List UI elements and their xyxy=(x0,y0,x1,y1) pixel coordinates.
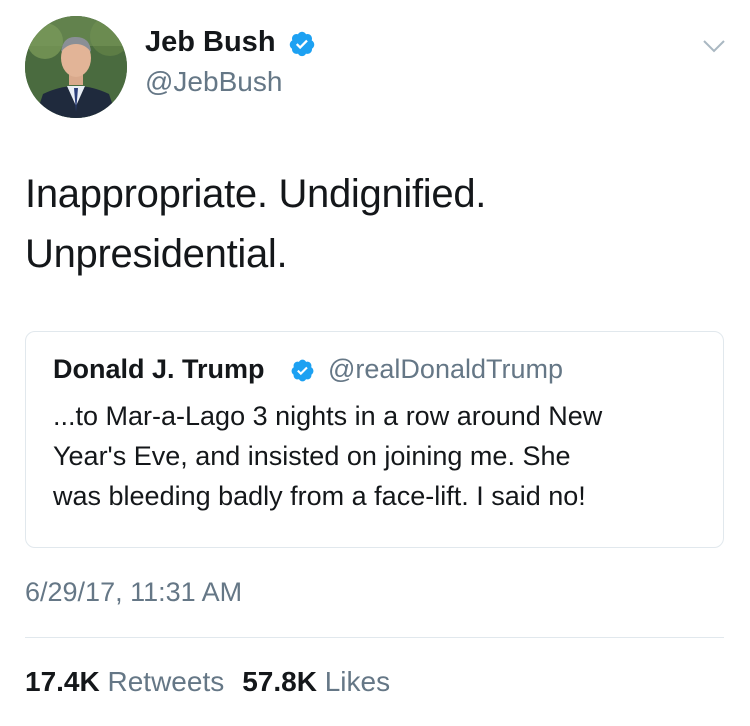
likes-label: Likes xyxy=(324,666,391,697)
likes-stat[interactable]: 57.8K Likes xyxy=(242,666,390,697)
quoted-author-handle: @realDonaldTrump xyxy=(328,354,563,384)
tweet-text-line: Inappropriate. Undignified. xyxy=(25,172,487,216)
tweet-timestamp[interactable]: 6/29/17, 11:31 AM xyxy=(25,577,242,608)
avatar[interactable] xyxy=(25,16,127,118)
tweet-stats: 17.4K Retweets 57.8K Likes xyxy=(25,666,408,698)
author-handle[interactable]: @JebBush xyxy=(145,66,282,98)
retweets-label: Retweets xyxy=(107,666,225,697)
quoted-tweet-text-line: Year's Eve, and insisted on joining me. … xyxy=(53,441,571,471)
quoted-tweet-card[interactable]: Donald J. Trump @realDonaldTrump ...to M… xyxy=(25,331,724,548)
verified-badge-icon xyxy=(289,31,315,57)
tweet-text-line: Unpresidential. xyxy=(25,232,288,276)
retweets-count: 17.4K xyxy=(25,666,100,697)
tweet-detail: Jeb Bush @JebBush Inappropriate. Undigni… xyxy=(0,0,750,726)
quoted-author-name: Donald J. Trump xyxy=(53,354,265,384)
quoted-tweet-text: ...to Mar-a-Lago 3 nights in a row aroun… xyxy=(53,396,713,516)
quoted-tweet-text-line: ...to Mar-a-Lago 3 nights in a row aroun… xyxy=(53,401,603,431)
likes-count: 57.8K xyxy=(242,666,317,697)
quoted-tweet-text-line: was bleeding badly from a face-lift. I s… xyxy=(53,481,586,511)
verified-badge-icon xyxy=(291,359,314,382)
tweet-text: Inappropriate. Undignified. Unpresidenti… xyxy=(25,164,725,284)
author-name[interactable]: Jeb Bush xyxy=(145,26,276,59)
retweets-stat[interactable]: 17.4K Retweets xyxy=(25,666,224,697)
divider xyxy=(25,637,724,638)
chevron-down-icon[interactable] xyxy=(700,32,728,60)
